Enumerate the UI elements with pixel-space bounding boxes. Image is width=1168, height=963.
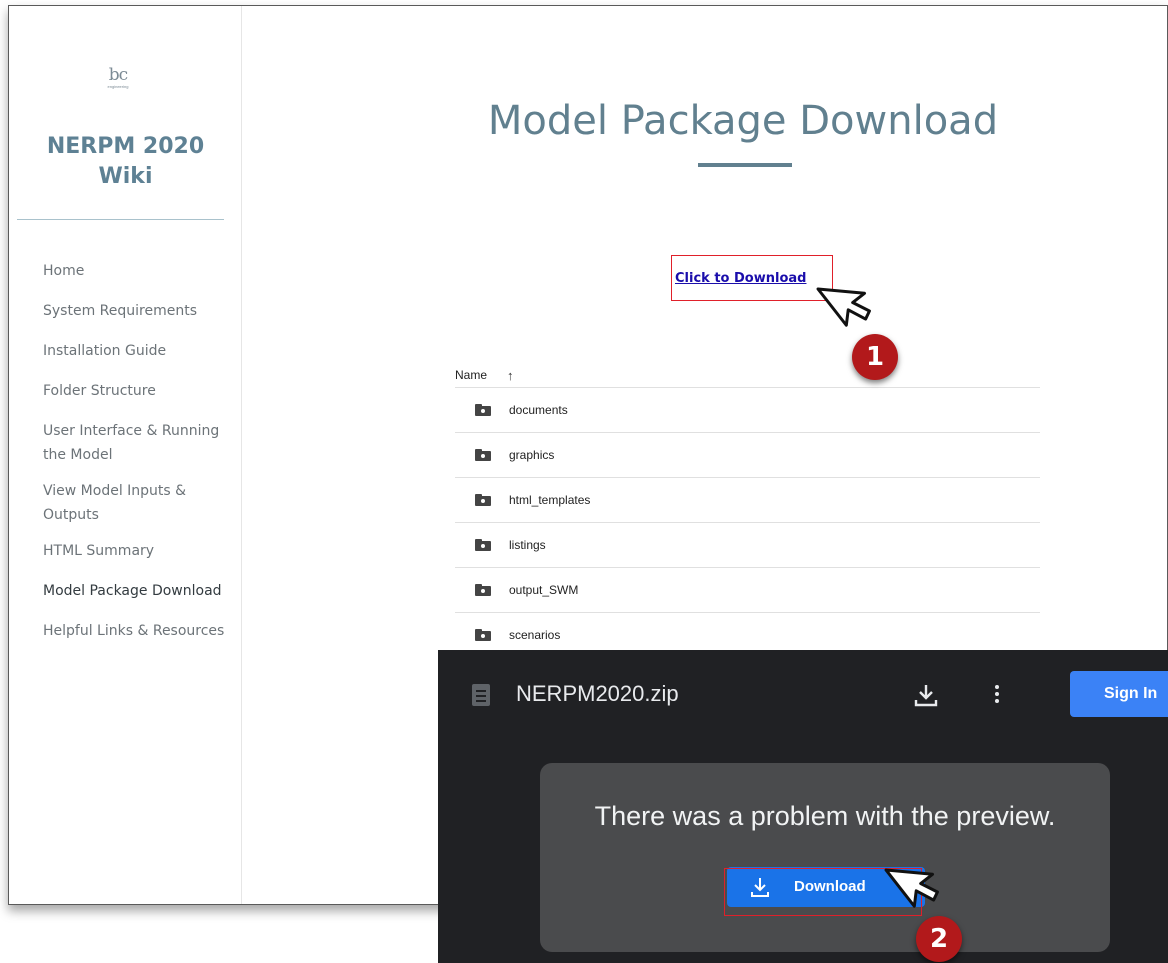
title-underline — [698, 163, 792, 167]
folder-name: graphics — [509, 448, 555, 462]
shared-folder-icon — [475, 539, 491, 551]
sort-ascending-icon[interactable]: ↑ — [507, 368, 514, 383]
logo: bc engineering — [93, 66, 143, 90]
file-list: Name ↑ documents graphics html_templates… — [455, 363, 1040, 658]
folder-name: html_templates — [509, 493, 591, 507]
sidebar-item-html-summary[interactable]: HTML Summary — [43, 539, 238, 563]
preview-error-message: There was a problem with the preview. — [594, 801, 1056, 831]
shared-folder-icon — [475, 404, 491, 416]
download-icon[interactable] — [913, 682, 939, 708]
step-1-badge: 1 — [852, 334, 898, 380]
shared-folder-icon — [475, 629, 491, 641]
sidebar-item-system-requirements[interactable]: System Requirements — [43, 299, 238, 323]
sign-in-button[interactable]: Sign In — [1070, 671, 1168, 717]
folder-name: scenarios — [509, 628, 561, 642]
sidebar: bc engineering NERPM 2020 Wiki Home Syst… — [9, 6, 242, 904]
document-icon — [472, 684, 490, 706]
shared-folder-icon — [475, 494, 491, 506]
step-2-badge: 2 — [916, 916, 962, 962]
file-row[interactable]: html_templates — [455, 478, 1040, 523]
wiki-title-line2: Wiki — [98, 164, 153, 189]
sidebar-item-folder-structure[interactable]: Folder Structure — [43, 379, 238, 403]
column-name-header[interactable]: Name — [455, 368, 487, 382]
wiki-title-line1: NERPM 2020 — [46, 134, 205, 159]
more-options-icon[interactable] — [992, 682, 1002, 708]
sidebar-item-model-package-download[interactable]: Model Package Download — [43, 579, 238, 603]
folder-name: output_SWM — [509, 583, 579, 597]
shared-folder-icon — [475, 449, 491, 461]
shared-folder-icon — [475, 584, 491, 596]
sidebar-item-helpful-links[interactable]: Helpful Links & Resources — [43, 619, 238, 643]
sidebar-item-home[interactable]: Home — [43, 259, 238, 283]
file-row[interactable]: listings — [455, 523, 1040, 568]
file-list-header[interactable]: Name ↑ — [455, 363, 1040, 388]
sidebar-divider — [17, 219, 224, 220]
file-row[interactable]: documents — [455, 388, 1040, 433]
sidebar-item-installation-guide[interactable]: Installation Guide — [43, 339, 238, 363]
folder-name: documents — [509, 403, 568, 417]
logo-subtext: engineering — [107, 84, 129, 89]
sidebar-item-model-inputs-outputs[interactable]: View Model Inputs & Outputs — [43, 479, 238, 527]
drive-preview-window: NERPM2020.zip Sign In There was a proble… — [438, 650, 1168, 963]
file-row[interactable]: graphics — [455, 433, 1040, 478]
wiki-title[interactable]: NERPM 2020 Wiki — [9, 132, 242, 192]
folder-name: listings — [509, 538, 546, 552]
click-to-download-link[interactable]: Click to Download — [675, 271, 806, 286]
logo-mark: bc — [108, 65, 128, 85]
page-title: Model Package Download — [487, 98, 999, 144]
sidebar-item-user-interface[interactable]: User Interface & Running the Model — [43, 419, 238, 467]
preview-file-name: NERPM2020.zip — [516, 681, 679, 706]
file-row[interactable]: output_SWM — [455, 568, 1040, 613]
preview-error-panel: There was a problem with the preview. Do… — [540, 763, 1110, 952]
sidebar-nav: Home System Requirements Installation Gu… — [43, 259, 238, 659]
